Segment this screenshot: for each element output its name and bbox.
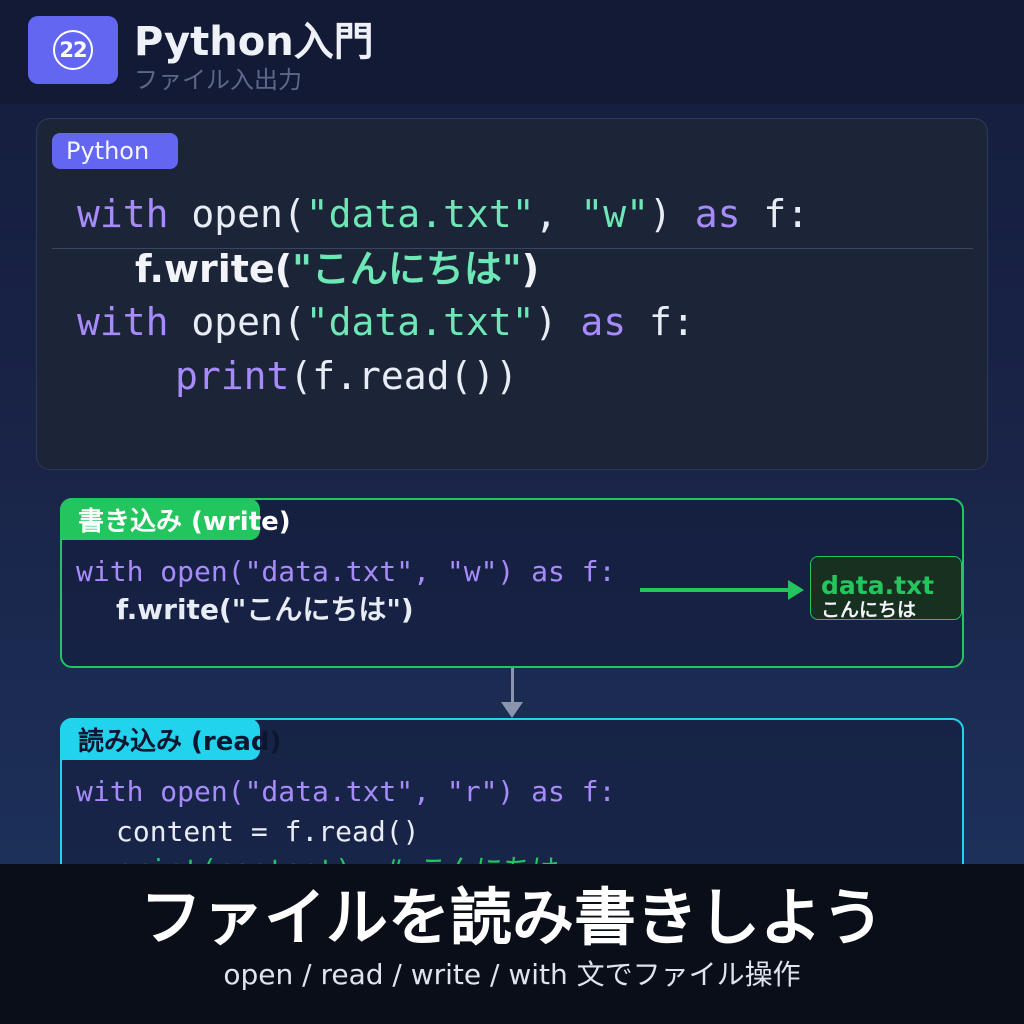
print-args: (f.read()) [289,354,519,398]
read-code-line-1: with open("data.txt", "r") as f: [76,775,616,808]
down-arrow-icon [501,702,523,718]
keyword-with: with [77,300,169,344]
file-handle: f: [763,192,810,236]
flow-arrow-shaft [511,668,514,704]
file-card: data.txt こんにちは [810,556,962,620]
banner-subtitle: open / read / write / with 文でファイル操作 [223,958,801,991]
open-call: open( [191,300,306,344]
code-line-2: f.write("こんにちは") [135,247,540,291]
write-section: 書き込み (write) with open("data.txt", "w") … [60,498,964,668]
write-code-line-1: with open("data.txt", "w") as f: [76,555,616,588]
keyword-print: print [175,354,290,398]
filename-string: "data.txt" [305,300,535,344]
keyword-as: as [694,192,741,236]
close-paren: ) [648,192,672,236]
code-line-3: with open("data.txt") as f: [77,303,695,341]
code-panel: Python with open("data.txt", "w") as f: … [36,118,988,470]
write-argument: "こんにちは" [292,247,522,291]
code-line-4: print(f.read()) [175,357,518,395]
episode-badge: 22 [28,16,118,84]
close-paren: ) [534,300,558,344]
read-code-line-2: content = f.read() [116,815,420,848]
mode-string: "w" [580,192,649,236]
file-name: data.txt [821,571,935,600]
page-title: Python入門 [134,19,374,65]
page-subtitle: ファイル入出力 [134,66,302,94]
write-section-title: 書き込み (write) [78,507,291,537]
write-call-end: ) [521,247,540,291]
header: 22 Python入門 ファイル入出力 [0,0,1024,104]
write-code-line-2: f.write("こんにちは") [116,593,414,626]
write-call-start: f.write( [135,247,293,291]
file-handle: f: [649,300,695,344]
right-arrow-icon [788,580,804,600]
banner-title: ファイルを読み書きしよう [139,881,884,954]
bottom-banner: ファイルを読み書きしよう open / read / write / with … [0,864,1024,1024]
arg-separator: , [534,192,581,236]
write-arrow-shaft [640,588,792,592]
code-line-1: with open("data.txt", "w") as f: [77,195,809,233]
filename-string: "data.txt" [305,192,535,236]
keyword-as: as [580,300,627,344]
file-content: こんにちは [821,599,917,621]
keyword-with: with [77,192,169,236]
language-tag: Python [52,133,178,169]
read-section-title: 読み込み (read) [78,727,282,757]
read-section: 読み込み (read) with open("data.txt", "r") a… [60,718,964,888]
episode-number: 22 [53,30,93,70]
open-call: open( [191,192,306,236]
